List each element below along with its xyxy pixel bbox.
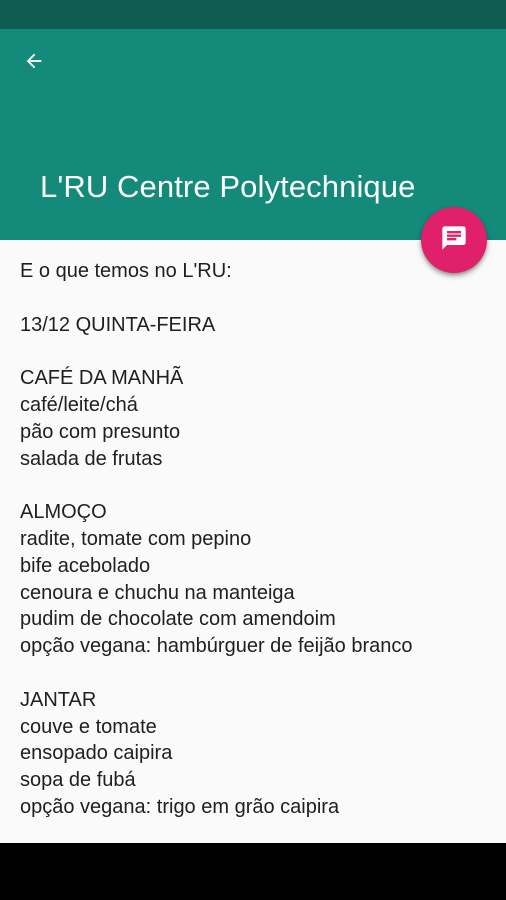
menu-content: E o que temos no L'RU: 13/12 QUINTA-FEIR… xyxy=(20,258,490,821)
message-button[interactable] xyxy=(421,207,487,273)
breakfast-heading: CAFÉ DA MANHÃ xyxy=(20,367,184,390)
arrow-back-icon xyxy=(23,50,45,77)
menu-item: cenoura e chuchu na manteiga xyxy=(20,581,295,604)
menu-item: sopa de fubá xyxy=(20,769,136,792)
menu-item: opção vegana: hambúrguer de feijão branc… xyxy=(20,635,413,658)
menu-item: radite, tomate com pepino xyxy=(20,527,252,550)
menu-item: bife acebolado xyxy=(20,554,151,577)
menu-item: couve e tomate xyxy=(20,715,157,738)
menu-item: salada de frutas xyxy=(20,447,163,470)
intro-text: E o que temos no L'RU: xyxy=(20,260,232,282)
menu-item: pudim de chocolate com amendoim xyxy=(20,608,336,631)
back-button[interactable] xyxy=(14,45,54,81)
menu-date: 13/12 QUINTA-FEIRA xyxy=(20,313,216,336)
dinner-heading: JANTAR xyxy=(20,688,97,711)
message-icon xyxy=(440,224,468,257)
lunch-heading: ALMOÇO xyxy=(20,501,107,524)
menu-item: opção vegana: trigo em grão caipira xyxy=(20,795,340,818)
menu-item: café/leite/chá xyxy=(20,393,138,416)
menu-item: ensopado caipira xyxy=(20,742,173,765)
navigation-bar xyxy=(0,843,506,900)
menu-item: pão com presunto xyxy=(20,420,181,443)
status-bar xyxy=(0,0,506,29)
app-bar: L'RU Centre Polytechnique xyxy=(0,29,506,240)
page-title: L'RU Centre Polytechnique xyxy=(40,169,416,204)
